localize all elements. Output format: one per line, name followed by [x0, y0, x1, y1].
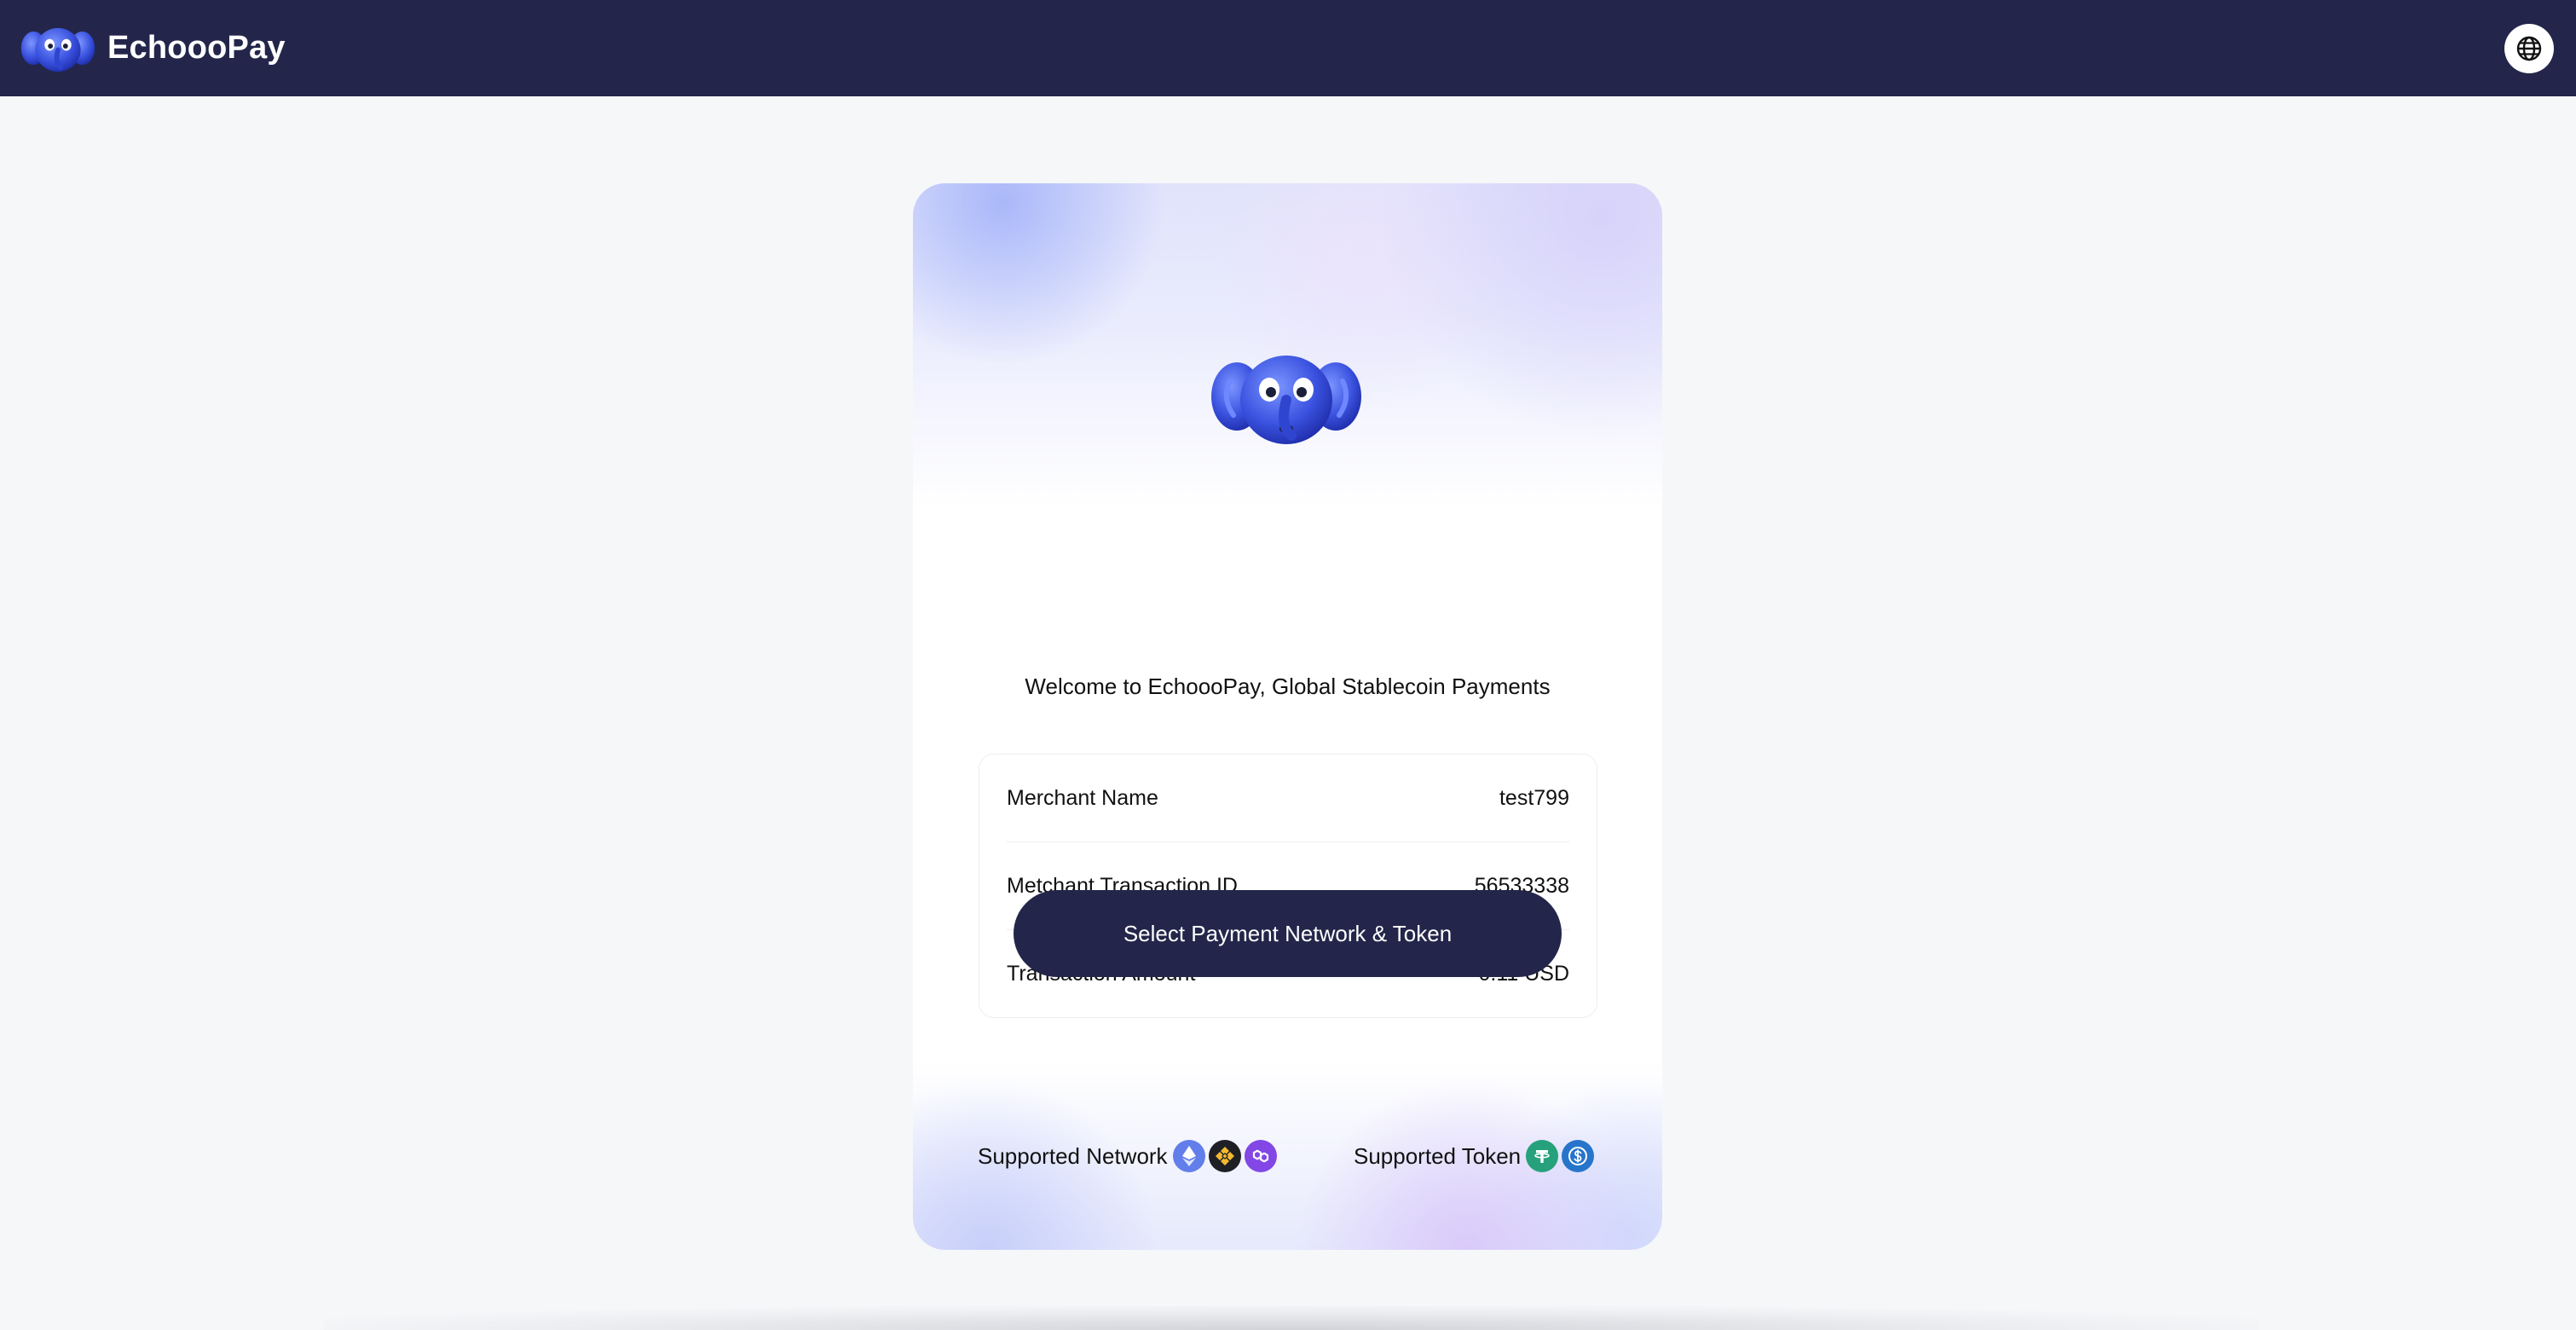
top-navigation-bar: EchoooPay — [0, 0, 2576, 96]
elephant-mascot-icon — [20, 27, 95, 72]
bnb-chain-icon — [1208, 1140, 1241, 1172]
brand-name: EchoooPay — [107, 30, 286, 66]
polygon-icon — [1244, 1140, 1277, 1172]
supported-tokens: Supported Token — [1354, 1140, 1595, 1172]
brand[interactable]: EchoooPay — [20, 24, 286, 73]
payment-card: Welcome to EchoooPay, Global Stablecoin … — [913, 183, 1662, 1250]
usdt-icon — [1526, 1140, 1559, 1172]
select-payment-network-button[interactable]: Select Payment Network & Token — [1014, 890, 1562, 977]
detail-label: Merchant Name — [1007, 785, 1158, 810]
usdc-icon — [1562, 1140, 1595, 1172]
supported-network-label: Supported Network — [978, 1142, 1168, 1169]
welcome-text: Welcome to EchoooPay, Global Stablecoin … — [1025, 674, 1551, 699]
detail-value: test799 — [1499, 785, 1569, 810]
ethereum-icon — [1172, 1140, 1205, 1172]
elephant-mascot-icon — [1211, 356, 1361, 444]
transaction-details: Merchant Name test799 Metchant Transacti… — [979, 754, 1597, 1018]
supported-token-label: Supported Token — [1354, 1142, 1522, 1169]
supported-networks: Supported Network — [978, 1140, 1277, 1172]
globe-icon — [2516, 36, 2542, 61]
language-button[interactable] — [2504, 24, 2554, 73]
detail-row-merchant-name: Merchant Name test799 — [1007, 755, 1569, 842]
card-header-gradient — [913, 183, 1662, 507]
footer-shadow — [324, 1306, 2259, 1330]
